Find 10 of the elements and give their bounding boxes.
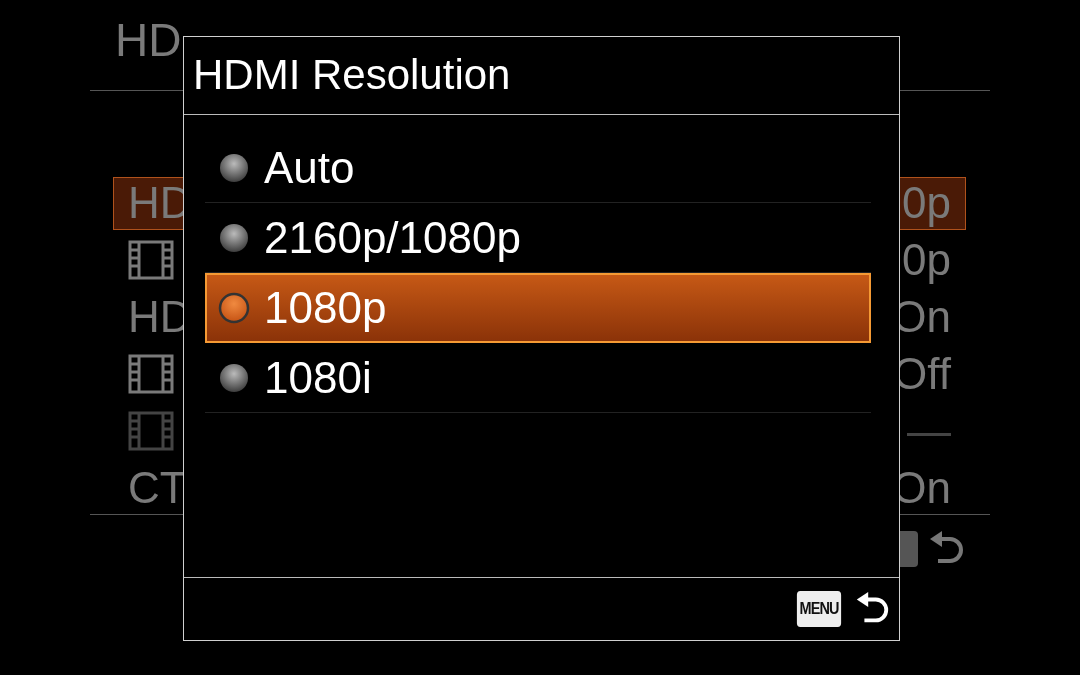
option-label: Auto (264, 142, 355, 193)
dialog-title: HDMI Resolution (184, 37, 899, 115)
row-value: 0p (902, 178, 951, 229)
screen-title: HD (115, 13, 182, 68)
option-label: 1080p (264, 282, 387, 333)
row-label: CT (128, 462, 187, 513)
option-label: 1080i (264, 352, 372, 403)
row-value: 0p (902, 235, 951, 286)
row-value: — (907, 405, 951, 456)
option-label: 2160p/1080p (264, 212, 521, 263)
